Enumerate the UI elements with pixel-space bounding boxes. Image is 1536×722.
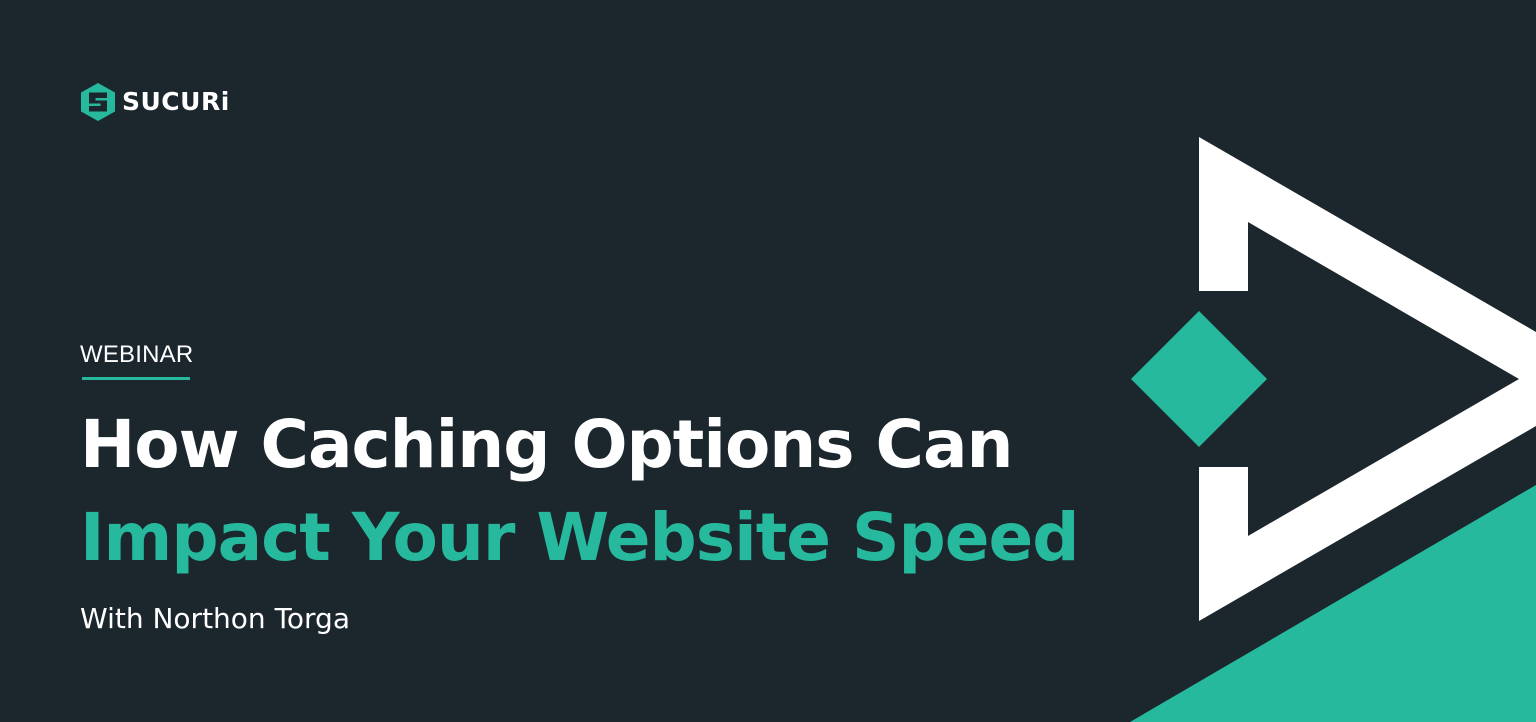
webinar-banner: SUCURi WEBINAR How Caching Options Can I… bbox=[0, 0, 1536, 722]
diamond-icon bbox=[1131, 311, 1267, 447]
decorative-graphic bbox=[1130, 137, 1536, 722]
